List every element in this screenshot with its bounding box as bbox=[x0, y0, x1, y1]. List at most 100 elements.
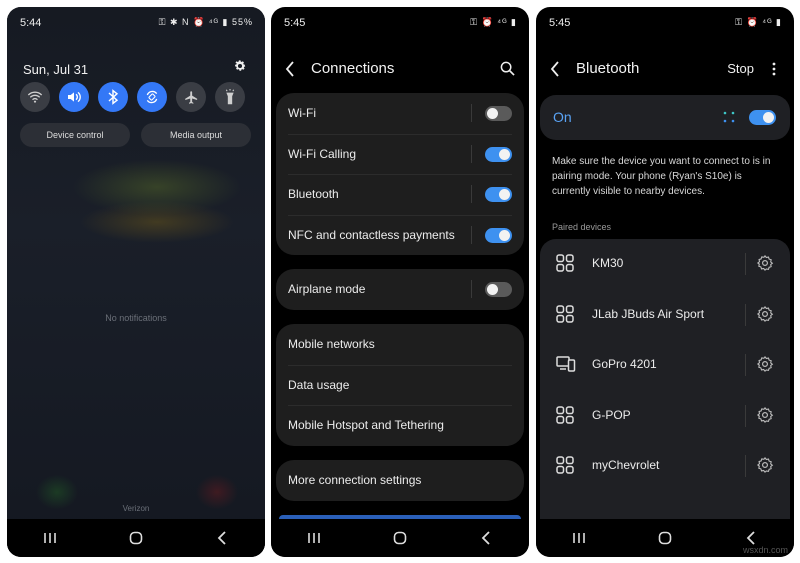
row-label: Mobile networks bbox=[288, 337, 375, 352]
recents-icon bbox=[44, 533, 56, 543]
status-bar: 5:45 ⚿ ⏰ ⁴ᴳ ▮ bbox=[271, 7, 529, 33]
row-label: Mobile Hotspot and Tethering bbox=[288, 418, 444, 433]
paired-device-row[interactable]: JLab JBuds Air Sport bbox=[540, 290, 790, 341]
mobile-networks-row[interactable]: Mobile networks bbox=[276, 324, 524, 365]
search-icon[interactable] bbox=[500, 61, 515, 81]
on-label: On bbox=[553, 109, 572, 125]
stop-scan-button[interactable]: Stop bbox=[727, 61, 754, 76]
row-label: Wi-Fi Calling bbox=[288, 146, 357, 161]
generic-device-icon bbox=[556, 456, 574, 479]
airplane-tile[interactable] bbox=[176, 82, 206, 112]
flashlight-tile[interactable] bbox=[215, 82, 245, 112]
paired-device-row[interactable]: G-POP bbox=[540, 391, 790, 442]
recents-icon bbox=[573, 533, 585, 543]
row-label: NFC and contactless payments bbox=[288, 227, 455, 242]
device-control-button[interactable]: Device control bbox=[20, 123, 130, 147]
quick-settings-row bbox=[20, 82, 245, 112]
app-bar: Bluetooth Stop bbox=[536, 52, 794, 86]
settings-group-mobile: Mobile networks Data usage Mobile Hotspo… bbox=[276, 324, 524, 446]
data-usage-row[interactable]: Data usage bbox=[276, 364, 524, 406]
auto-rotate-tile[interactable] bbox=[137, 82, 167, 112]
back-icon bbox=[746, 531, 755, 545]
recents-button[interactable] bbox=[294, 523, 334, 553]
bluetooth-master-switch[interactable]: On bbox=[540, 95, 790, 140]
row-divider bbox=[745, 354, 746, 376]
device-settings-gear-icon[interactable] bbox=[756, 254, 774, 277]
device-settings-gear-icon[interactable] bbox=[756, 305, 774, 328]
row-divider bbox=[745, 303, 746, 326]
shade-buttons: Device control Media output bbox=[20, 123, 251, 147]
status-bar: 5:45 ⚿ ⏰ ⁴ᴳ ▮ bbox=[536, 7, 794, 33]
nfc-toggle[interactable] bbox=[485, 227, 512, 243]
wifi-toggle[interactable] bbox=[485, 106, 512, 121]
device-name: G-POP bbox=[592, 407, 631, 422]
date-label: Sun, Jul 31 bbox=[23, 62, 89, 77]
status-bar: 5:44 ⚿ ✱ N ⏰ ⁴ᴳ ▮ 55% bbox=[7, 7, 265, 33]
row-divider bbox=[745, 253, 746, 275]
no-notifications-text: No notifications bbox=[105, 313, 167, 323]
sound-tile[interactable] bbox=[59, 82, 89, 112]
nav-bar bbox=[7, 519, 265, 557]
carrier-label: Verizon bbox=[122, 504, 150, 513]
device-settings-gear-icon[interactable] bbox=[756, 355, 774, 378]
paired-device-row[interactable]: myChevrolet bbox=[540, 441, 790, 492]
row-divider bbox=[471, 144, 472, 163]
wifi-calling-toggle[interactable] bbox=[485, 146, 512, 162]
bluetooth-icon bbox=[108, 89, 119, 105]
recents-button[interactable] bbox=[559, 523, 599, 553]
back-icon bbox=[481, 531, 490, 545]
settings-gear-icon[interactable] bbox=[233, 59, 247, 78]
hotspot-tethering-row[interactable]: Mobile Hotspot and Tethering bbox=[276, 405, 524, 446]
bluetooth-toggle[interactable] bbox=[749, 110, 776, 125]
settings-group-wireless: Wi-Fi Wi-Fi Calling Bluetooth NFC and co… bbox=[276, 93, 524, 255]
back-button[interactable] bbox=[202, 523, 242, 553]
row-divider bbox=[471, 185, 472, 203]
watermark: wsxdn.com bbox=[742, 545, 788, 555]
scanning-dots-icon bbox=[723, 110, 735, 128]
row-divider bbox=[471, 104, 472, 122]
computer-phone-icon bbox=[556, 355, 576, 378]
pairing-description: Make sure the device you want to connect… bbox=[552, 156, 771, 197]
wifi-tile[interactable] bbox=[20, 82, 50, 112]
bluetooth-row[interactable]: Bluetooth bbox=[276, 174, 524, 215]
device-settings-gear-icon[interactable] bbox=[756, 456, 774, 479]
back-icon bbox=[217, 531, 226, 545]
row-label: Data usage bbox=[288, 377, 350, 392]
app-bar: Connections bbox=[271, 52, 529, 86]
home-button[interactable] bbox=[645, 523, 685, 553]
airplane-mode-row[interactable]: Airplane mode bbox=[276, 269, 524, 310]
generic-device-icon bbox=[556, 304, 574, 328]
paired-device-row[interactable]: KM30 bbox=[540, 239, 790, 290]
wifi-row[interactable]: Wi-Fi bbox=[276, 93, 524, 134]
row-divider bbox=[471, 280, 472, 298]
paired-devices-list: KM30 JLab JBuds Air Sport GoPro 4201 G-P… bbox=[540, 239, 790, 519]
back-arrow-icon[interactable] bbox=[285, 61, 295, 82]
airplane-mode-toggle[interactable] bbox=[485, 282, 512, 297]
bluetooth-tile[interactable] bbox=[98, 82, 128, 112]
paired-device-row[interactable]: GoPro 4201 bbox=[540, 340, 790, 391]
recents-button[interactable] bbox=[30, 523, 70, 553]
page-title: Connections bbox=[311, 60, 395, 77]
home-button[interactable] bbox=[116, 523, 156, 553]
device-name: myChevrolet bbox=[592, 458, 660, 472]
row-label: Wi-Fi bbox=[288, 106, 316, 121]
row-label: More connection settings bbox=[288, 473, 422, 488]
bluetooth-screen: 5:45 ⚿ ⏰ ⁴ᴳ ▮ Bluetooth Stop On Make sur… bbox=[536, 7, 794, 557]
airplane-icon bbox=[184, 90, 197, 104]
more-connection-settings-row[interactable]: More connection settings bbox=[276, 460, 524, 501]
row-divider bbox=[745, 455, 746, 477]
back-arrow-icon[interactable] bbox=[550, 61, 560, 82]
more-options-icon[interactable] bbox=[772, 62, 776, 81]
notification-shade-screen: 5:44 ⚿ ✱ N ⏰ ⁴ᴳ ▮ 55% Sun, Jul 31 Device… bbox=[7, 7, 265, 557]
home-button[interactable] bbox=[380, 523, 420, 553]
nfc-row[interactable]: NFC and contactless payments bbox=[276, 214, 524, 256]
device-settings-gear-icon[interactable] bbox=[756, 406, 774, 429]
media-output-button[interactable]: Media output bbox=[141, 123, 251, 147]
row-divider bbox=[471, 225, 472, 244]
back-button[interactable] bbox=[466, 523, 506, 553]
connections-screen: 5:45 ⚿ ⏰ ⁴ᴳ ▮ Connections Wi-Fi Wi-Fi Ca… bbox=[271, 7, 529, 557]
status-icons: ⚿ ⏰ ⁴ᴳ ▮ bbox=[470, 17, 517, 27]
wifi-calling-row[interactable]: Wi-Fi Calling bbox=[276, 133, 524, 175]
bluetooth-toggle[interactable] bbox=[485, 187, 512, 202]
status-time: 5:45 bbox=[284, 17, 306, 29]
